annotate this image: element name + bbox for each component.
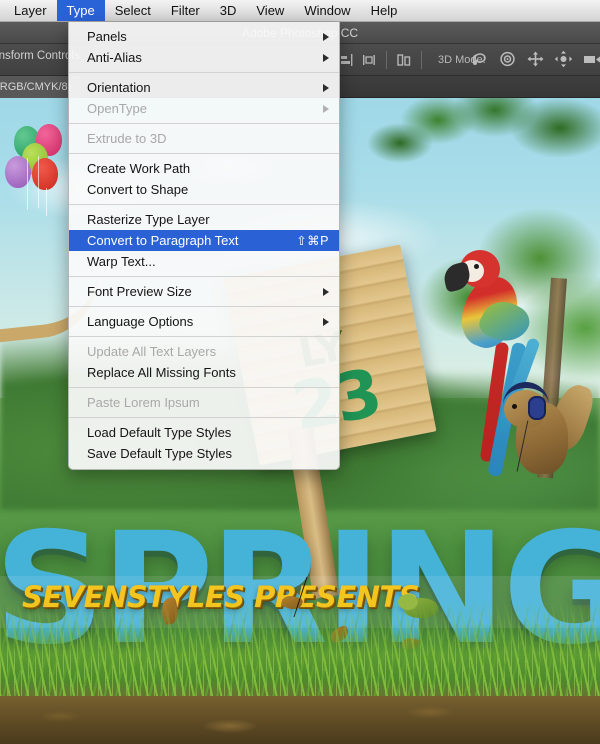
menubar-item-type[interactable]: Type — [56, 0, 105, 21]
distribute-horizontal-icon[interactable] — [358, 50, 380, 70]
menu-item-label: Warp Text... — [87, 254, 156, 269]
menu-separator — [69, 306, 339, 307]
balloon-red — [32, 158, 58, 190]
menu-item-replace-all-missing-fonts[interactable]: Replace All Missing Fonts — [69, 362, 339, 383]
divider — [386, 51, 387, 69]
menu-separator — [69, 153, 339, 154]
menu-item-label: Update All Text Layers — [87, 344, 217, 359]
menu-item-paste-lorem-ipsum: Paste Lorem Ipsum — [69, 392, 339, 413]
slide-3d-icon[interactable] — [554, 50, 573, 68]
type-menu-dropdown[interactable]: Panels Anti-Alias Orientation OpenType Extru… — [68, 22, 340, 470]
menu-separator — [69, 417, 339, 418]
distribute-vertical-icon[interactable] — [393, 50, 415, 70]
divider — [421, 51, 422, 69]
menubar-item-label: View — [256, 3, 285, 18]
menu-item-anti-alias[interactable]: Anti-Alias — [69, 47, 339, 68]
menu-item-label: Rasterize Type Layer — [87, 212, 210, 227]
menu-separator — [69, 123, 339, 124]
menu-bar: Layer Type Select Filter 3D View Window Help — [0, 0, 600, 22]
menu-item-convert-to-paragraph-text[interactable]: Convert to Paragraph Text ⇧⌘P — [69, 230, 339, 251]
menu-item-font-preview-size[interactable]: Font Preview Size — [69, 281, 339, 302]
submenu-arrow-icon — [323, 53, 329, 62]
menu-item-label: Convert to Shape — [87, 182, 189, 197]
menu-separator — [69, 336, 339, 337]
menu-item-create-work-path[interactable]: Create Work Path — [69, 158, 339, 179]
menubar-item-help[interactable]: Help — [361, 0, 408, 21]
pan-3d-icon[interactable] — [526, 50, 545, 68]
menubar-item-label: Type — [66, 3, 95, 18]
submenu-arrow-icon — [323, 83, 329, 92]
menu-separator — [69, 72, 339, 73]
menu-item-label: Font Preview Size — [87, 284, 192, 299]
menu-item-load-default-type-styles[interactable]: Load Default Type Styles — [69, 422, 339, 443]
photoshop-window: LY 23 SPRING SEVENSTYLES PRESENTS — [0, 0, 600, 744]
zoom-camera-3d-icon[interactable] — [582, 50, 600, 68]
menu-separator — [69, 276, 339, 277]
menubar-item-label: Help — [370, 3, 398, 18]
menu-item-panels[interactable]: Panels — [69, 26, 339, 47]
menu-item-opentype: OpenType — [69, 98, 339, 119]
menu-item-orientation[interactable]: Orientation — [69, 77, 339, 98]
menubar-item-layer[interactable]: Layer — [0, 0, 57, 21]
menu-item-label: Create Work Path — [87, 161, 191, 176]
menubar-item-label: Filter — [170, 3, 200, 18]
menu-item-label: OpenType — [87, 101, 147, 116]
menu-item-update-all-text-layers: Update All Text Layers — [69, 341, 339, 362]
menu-item-save-default-type-styles[interactable]: Save Default Type Styles — [69, 443, 339, 464]
orbit-3d-icon[interactable] — [470, 50, 489, 68]
menu-item-rasterize-type-layer[interactable]: Rasterize Type Layer — [69, 209, 339, 230]
menu-item-label: Panels — [87, 29, 127, 44]
balloon-string — [46, 188, 47, 216]
menu-item-label: Anti-Alias — [87, 50, 142, 65]
menu-item-label: Save Default Type Styles — [87, 446, 233, 461]
submenu-arrow-icon — [323, 104, 329, 113]
menubar-item-label: 3D — [219, 3, 237, 18]
menu-item-language-options[interactable]: Language Options — [69, 311, 339, 332]
dirt — [0, 696, 600, 744]
menu-item-warp-text[interactable]: Warp Text... — [69, 251, 339, 272]
menu-item-shortcut: ⇧⌘P — [296, 234, 329, 248]
align-distribute-group — [336, 50, 428, 70]
mode-3d-icon-group — [470, 50, 600, 68]
menu-separator — [69, 387, 339, 388]
menubar-item-select[interactable]: Select — [105, 0, 161, 21]
balloon-string — [27, 158, 28, 210]
menubar-item-view[interactable]: View — [246, 0, 294, 21]
menubar-item-3d[interactable]: 3D — [210, 0, 247, 21]
menubar-item-label: Window — [304, 3, 351, 18]
menu-item-label: Load Default Type Styles — [87, 425, 232, 440]
menubar-item-label: Layer — [14, 3, 47, 18]
menu-item-label: Orientation — [87, 80, 151, 95]
balloon-string — [38, 156, 39, 208]
submenu-arrow-icon — [323, 287, 329, 296]
menubar-item-window[interactable]: Window — [294, 0, 360, 21]
menu-item-extrude-to-3d: Extrude to 3D — [69, 128, 339, 149]
grass — [0, 602, 600, 698]
menubar-item-filter[interactable]: Filter — [161, 0, 210, 21]
menu-item-label: Language Options — [87, 314, 194, 329]
menu-item-label: Paste Lorem Ipsum — [87, 395, 200, 410]
menu-item-convert-to-shape[interactable]: Convert to Shape — [69, 179, 339, 200]
menu-item-label: Extrude to 3D — [87, 131, 167, 146]
menubar-item-label: Select — [114, 3, 151, 18]
menu-separator — [69, 204, 339, 205]
chipmunk-with-headphones — [498, 380, 598, 496]
menu-item-label: Convert to Paragraph Text — [87, 233, 239, 248]
submenu-arrow-icon — [323, 32, 329, 41]
roll-3d-icon[interactable] — [498, 50, 517, 68]
menu-item-label: Replace All Missing Fonts — [87, 365, 236, 380]
submenu-arrow-icon — [323, 317, 329, 326]
